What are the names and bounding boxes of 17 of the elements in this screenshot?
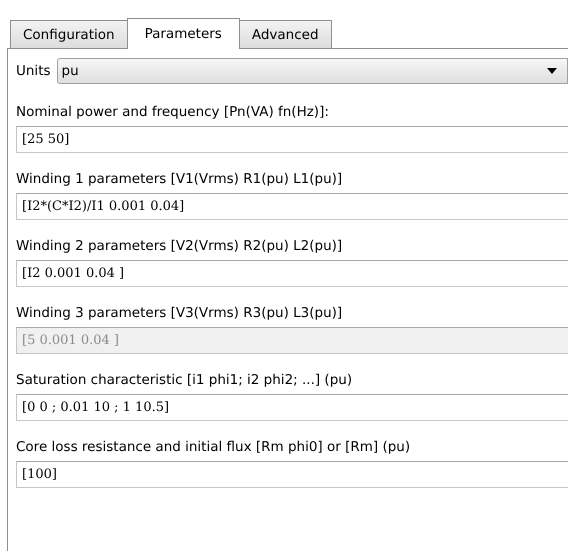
parameter-label: Winding 2 parameters [V2(Vrms) R2(pu) L2(pu)] — [16, 237, 344, 255]
parameter-label: Winding 3 parameters [V3(Vrms) R3(pu) L3(pu)] — [16, 304, 344, 322]
tab[interactable]: Configuration — [10, 20, 128, 48]
tab[interactable]: Parameters — [126, 18, 240, 49]
parameter-label: Nominal power and frequency [Pn(VA) fn(Hz)]: — [16, 103, 330, 121]
parameter-label: Saturation characteristic [i1 phi1; i2 phi2; ...] (pu) — [16, 371, 354, 389]
input-field[interactable]: [0 0 ; 0.01 10 ; 1 10.5] — [16, 394, 568, 421]
input-field[interactable]: [100] — [16, 461, 568, 488]
parameter-label: Winding 1 parameters [V1(Vrms) R1(pu) L1(pu)] — [16, 170, 344, 188]
parameter-label: Core loss resistance and initial flux [Rm phi0] or [Rm] (pu) — [16, 438, 412, 456]
caret-icon — [547, 68, 557, 74]
tab[interactable]: Advanced — [238, 20, 332, 48]
input-field[interactable]: [25 50] — [16, 126, 568, 153]
units-label: Units — [16, 63, 51, 79]
input-field[interactable]: [I2 0.001 0.04 ] — [16, 260, 568, 287]
units-dropdown[interactable]: pu — [56, 58, 568, 84]
input-field[interactable]: [I2*(C*I2)/I1 0.001 0.04] — [16, 193, 568, 220]
